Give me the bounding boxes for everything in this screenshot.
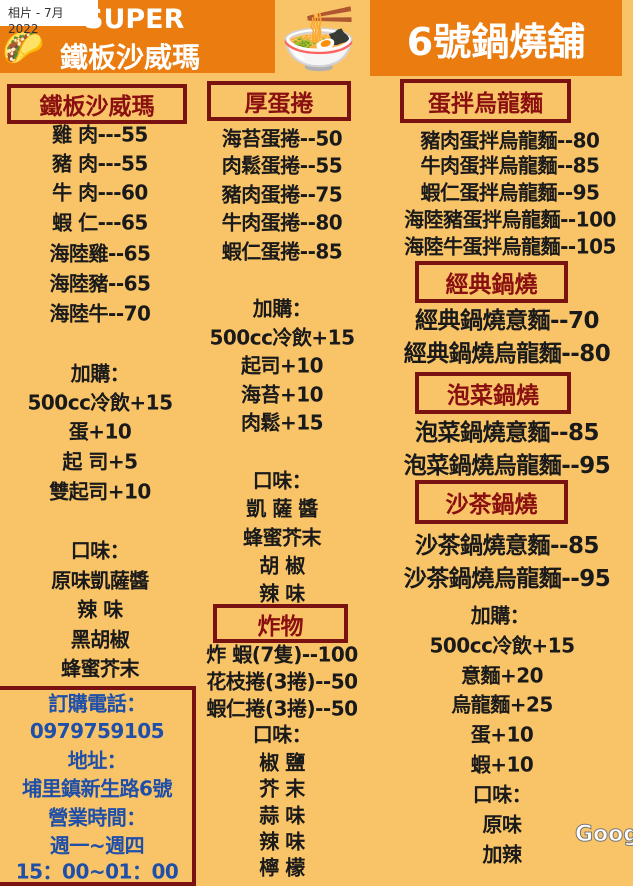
contact-line: 營業時間： <box>48 805 146 830</box>
addon-item: 烏龍麵+25 <box>451 692 553 717</box>
addon-item: 起 司+5 <box>62 449 138 474</box>
addon-item: 500cc冷飲+15 <box>429 633 575 658</box>
menu-item: 肉鬆蛋捲--55 <box>221 153 343 178</box>
flavor-item: 原味凱薩醬 <box>51 568 149 593</box>
addon-item: 意麵+20 <box>460 663 544 688</box>
contact-line: 埔里鎮新生路6號 <box>22 776 172 801</box>
fried-flavors-title: 口味： <box>252 722 312 747</box>
menu-item: 雞 肉---55 <box>52 122 148 147</box>
flavor-item: 辣 味 <box>77 597 123 622</box>
menu-item: 牛 肉---60 <box>52 180 148 205</box>
flavor-item: 凱 薩 醬 <box>246 496 318 521</box>
menu-item: 蝦 仁---65 <box>52 210 148 235</box>
flavor-item: 辣 味 <box>259 581 305 606</box>
contact-line: 訂購電話： <box>48 691 146 716</box>
classic-item: 經典鍋燒烏龍麵--80 <box>403 341 611 367</box>
header-satay-hotpot: 沙茶鍋燒 <box>415 480 568 524</box>
flavor-item: 蜂蜜芥末 <box>61 656 140 681</box>
flavor-item: 原味 <box>482 812 523 837</box>
satay-item: 沙茶鍋燒烏龍麵--95 <box>403 566 611 592</box>
menu-item: 海陸牛--70 <box>49 301 151 326</box>
addons-title: 加購： <box>252 296 312 321</box>
menu-item: 海陸豬蛋拌烏龍麵--100 <box>404 207 616 232</box>
menu-item: 蝦仁蛋捲--85 <box>221 239 343 264</box>
addon-item: 蛋+10 <box>68 419 132 444</box>
addon-item: 雙起司+10 <box>49 479 151 504</box>
banner-line2: 鐵板沙威瑪 <box>60 41 201 74</box>
fried-flavor-item: 蒜 味 <box>259 803 305 828</box>
satay-item: 沙茶鍋燒意麵--85 <box>414 533 600 559</box>
contact-line: 地址： <box>67 748 127 773</box>
addon-item: 蛋+10 <box>470 722 534 747</box>
menu-item: 豬 肉---55 <box>52 151 148 176</box>
banner-line1: SUPER <box>84 4 185 35</box>
flavor-item: 加辣 <box>482 842 523 867</box>
addon-item: 肉鬆+15 <box>240 410 324 435</box>
kimchi-item: 泡菜鍋燒意麵--85 <box>414 420 600 446</box>
contact-line: 週一~週四 <box>49 833 145 858</box>
fried-item: 花枝捲(3捲)--50 <box>206 669 358 694</box>
header-classic-hotpot: 經典鍋燒 <box>415 261 568 303</box>
header-egg-udon: 蛋拌烏龍麵 <box>400 79 571 123</box>
flavors-title: 口味： <box>252 468 312 493</box>
contact-line: 15：00~01：00 <box>15 859 179 884</box>
fried-flavor-item: 檸 檬 <box>259 855 305 880</box>
menu-item: 豬肉蛋捲--75 <box>221 182 343 207</box>
header-fried: 炸物 <box>213 604 348 643</box>
google-logo: Goog <box>574 822 633 848</box>
menu-item: 海陸牛蛋拌烏龍麵--105 <box>404 234 616 259</box>
flavor-item: 黑胡椒 <box>70 627 130 652</box>
addons-title: 加購： <box>470 603 530 628</box>
kimchi-item: 泡菜鍋燒烏龍麵--95 <box>403 453 611 479</box>
flavor-item: 胡 椒 <box>259 553 305 578</box>
addon-item: 蝦+10 <box>470 752 534 777</box>
fried-flavor-item: 椒 鹽 <box>259 750 305 775</box>
fried-item: 蝦仁捲(3捲)--50 <box>206 696 358 721</box>
header-kimchi-hotpot: 泡菜鍋燒 <box>415 372 571 414</box>
menu-item: 海陸豬--65 <box>49 271 151 296</box>
menu-item: 蝦仁蛋拌烏龍麵--95 <box>420 180 600 205</box>
menu-item: 牛肉蛋捲--80 <box>221 210 343 235</box>
flavor-item: 蜂蜜芥末 <box>243 525 322 550</box>
contact-line: 0979759105 <box>29 719 165 743</box>
addon-item: 500cc冷飲+15 <box>209 325 355 350</box>
fried-flavor-item: 辣 味 <box>259 829 305 854</box>
addon-item: 起司+10 <box>240 353 324 378</box>
flavors-title: 口味： <box>472 782 532 807</box>
fried-flavor-item: 芥 末 <box>259 776 305 801</box>
banner-6-hotpot-shop: 6號鍋燒舖 <box>370 0 622 76</box>
classic-item: 經典鍋燒意麵--70 <box>414 308 600 334</box>
addons-title: 加購： <box>70 361 130 386</box>
photo-date-chip[interactable]: 相片 - 7月 2022 <box>0 0 98 36</box>
flavors-title: 口味： <box>70 538 130 563</box>
fried-item: 炸 蝦(7隻)--100 <box>206 642 358 667</box>
addon-item: 500cc冷飲+15 <box>27 390 173 415</box>
noodle-bowl-icon: 🍜 <box>280 2 358 75</box>
menu-item: 海苔蛋捲--50 <box>221 126 343 151</box>
header-thick-egg-roll: 厚蛋捲 <box>207 81 351 121</box>
shop-title: 6號鍋燒舖 <box>406 19 586 64</box>
menu-item: 海陸雞--65 <box>49 241 151 266</box>
addon-item: 海苔+10 <box>240 382 324 407</box>
menu-item: 牛肉蛋拌烏龍麵--85 <box>420 153 600 178</box>
